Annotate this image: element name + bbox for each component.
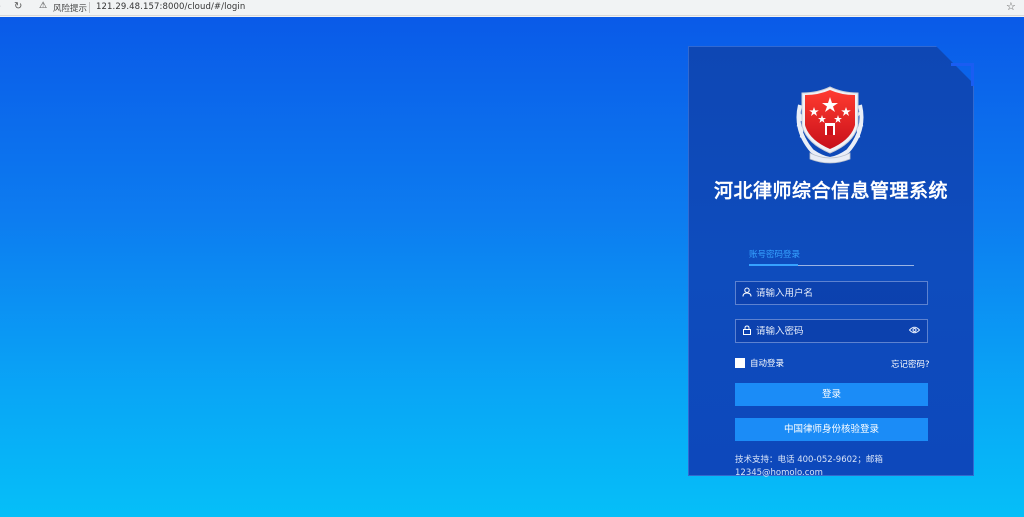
auto-login-option[interactable]: 自动登录 <box>735 357 784 369</box>
address-separator <box>89 2 90 13</box>
eye-icon[interactable] <box>905 326 923 337</box>
username-field[interactable] <box>735 281 928 305</box>
browser-address-bar: › ↻ ⚠ 风险提示 121.29.48.157:8000/cloud/#/lo… <box>0 0 1024 16</box>
password-input[interactable] <box>756 325 905 337</box>
system-title: 河北律师综合信息管理系统 <box>713 180 948 202</box>
tab-underline <box>798 265 914 266</box>
back-arrow-icon[interactable]: › <box>0 1 1 12</box>
user-icon <box>738 287 756 300</box>
tab-password-login[interactable]: 账号密码登录 <box>749 248 800 260</box>
url-field[interactable]: 121.29.48.157:8000/cloud/#/login <box>96 2 245 12</box>
lawyer-emblem-icon <box>796 86 864 164</box>
password-field[interactable] <box>735 319 928 343</box>
forgot-password-link[interactable]: 忘记密码? <box>891 358 930 370</box>
security-warning-label[interactable]: 风险提示 <box>53 2 87 14</box>
lock-icon <box>738 324 756 338</box>
star-icon[interactable]: ☆ <box>1006 0 1016 13</box>
lawyer-identity-login-button[interactable]: 中国律师身份核验登录 <box>735 418 928 441</box>
tab-active-indicator <box>749 264 798 266</box>
reload-icon[interactable]: ↻ <box>14 1 22 12</box>
warning-triangle-icon[interactable]: ⚠ <box>39 1 47 11</box>
technical-support-text: 技术支持：电话 400-052-9602；邮箱 12345@homolo.com <box>735 455 883 478</box>
login-button[interactable]: 登录 <box>735 383 928 406</box>
auto-login-label: 自动登录 <box>750 359 785 369</box>
auto-login-checkbox[interactable] <box>735 358 745 368</box>
card-corner-bracket <box>951 63 974 86</box>
username-input[interactable] <box>756 287 927 299</box>
